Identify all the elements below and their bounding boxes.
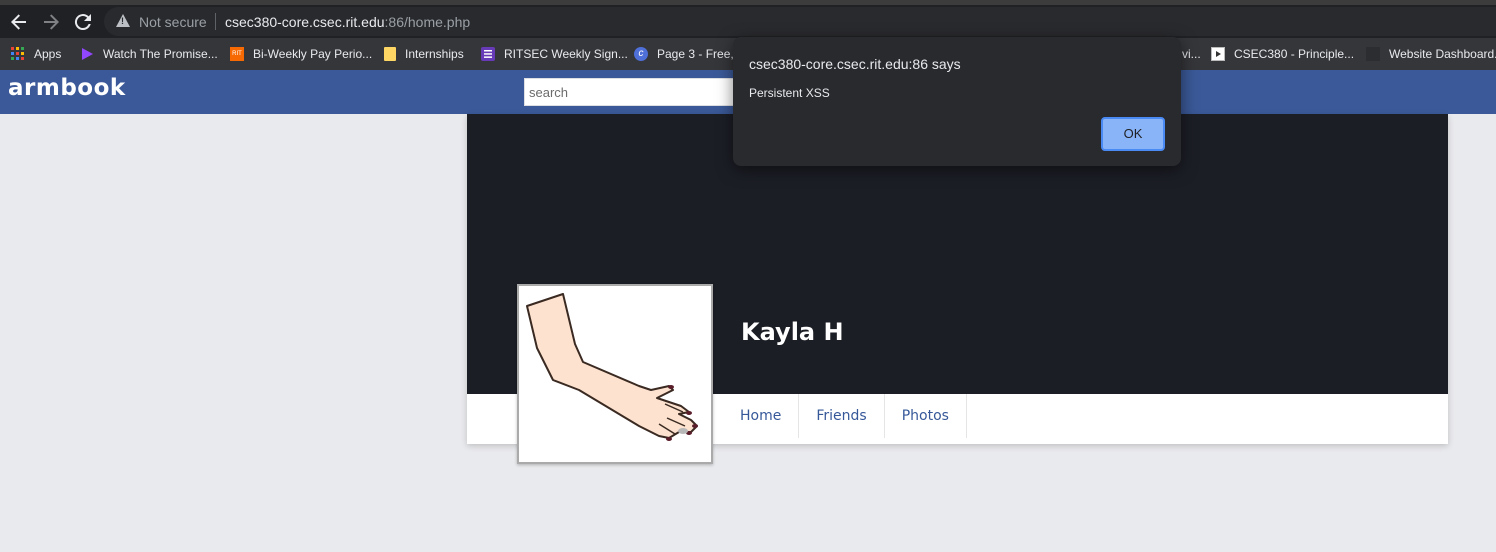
folder-icon	[384, 47, 396, 61]
bookmark-label: Apps	[34, 47, 62, 61]
tab-home[interactable]: Home	[723, 394, 800, 438]
bookmark-label: vi...	[1182, 47, 1201, 61]
arm-illustration	[526, 293, 698, 441]
bookmark-internships[interactable]: Internships	[384, 45, 464, 63]
dashboard-icon	[1366, 47, 1380, 61]
bookmark-label: Internships	[405, 47, 464, 61]
warning-icon[interactable]	[116, 14, 130, 27]
tab-friends[interactable]: Friends	[799, 394, 885, 438]
url-host: csec380-core.csec.rit.edu	[225, 14, 385, 30]
alert-dialog: csec380-core.csec.rit.edu:86 says Persis…	[733, 37, 1181, 166]
back-arrow-icon[interactable]	[7, 10, 31, 34]
bookmark-label: Page 3 - Free,	[657, 47, 734, 61]
list-form-icon	[481, 47, 495, 61]
forward-arrow-icon[interactable]	[39, 10, 63, 34]
url-divider	[215, 13, 216, 30]
profile-avatar[interactable]	[517, 284, 713, 464]
bookmark-bi-weekly-pay[interactable]: RIT Bi-Weekly Pay Perio...	[230, 45, 372, 63]
url-text[interactable]: csec380-core.csec.rit.edu:86/home.php	[225, 14, 470, 30]
profile-tabs: Home Friends Photos	[723, 394, 967, 438]
slides-icon	[1211, 47, 1225, 61]
apps-grid-icon	[11, 47, 25, 61]
dialog-message: Persistent XSS	[749, 86, 830, 100]
profile-name: Kayla H	[741, 318, 844, 346]
reload-icon[interactable]	[71, 10, 95, 34]
bookmark-ritsec-weekly[interactable]: RITSEC Weekly Sign...	[481, 45, 628, 63]
dialog-title: csec380-core.csec.rit.edu:86 says	[749, 56, 961, 72]
bookmark-partial[interactable]: vi...	[1182, 45, 1201, 63]
site-logo[interactable]: armbook	[8, 75, 126, 101]
security-label[interactable]: Not secure	[139, 14, 207, 30]
play-icon	[80, 47, 94, 61]
browser-toolbar: Not secure csec380-core.csec.rit.edu:86/…	[0, 5, 1496, 38]
bookmark-label: Watch The Promise...	[103, 47, 218, 61]
bookmark-watch-the-promise[interactable]: Watch The Promise...	[80, 45, 218, 63]
bookmark-csec380[interactable]: CSEC380 - Principle...	[1211, 45, 1354, 63]
url-path: :86/home.php	[384, 14, 471, 30]
search-input[interactable]	[524, 78, 736, 106]
bookmark-label: CSEC380 - Principle...	[1234, 47, 1355, 61]
c-logo-icon: c	[634, 47, 648, 61]
bookmark-page-3[interactable]: c Page 3 - Free,	[634, 45, 734, 63]
bookmark-label: RITSEC Weekly Sign...	[504, 47, 628, 61]
bookmark-apps[interactable]: Apps	[11, 45, 61, 63]
bookmark-label: Bi-Weekly Pay Perio...	[253, 47, 373, 61]
rit-icon: RIT	[230, 47, 244, 61]
bookmark-label: Website Dashboard...	[1389, 47, 1496, 61]
address-bar[interactable]: Not secure csec380-core.csec.rit.edu:86/…	[104, 7, 1496, 36]
tab-photos[interactable]: Photos	[885, 394, 967, 438]
ok-button[interactable]: OK	[1101, 117, 1165, 151]
bookmark-website-dashboard[interactable]: Website Dashboard...	[1366, 45, 1496, 63]
